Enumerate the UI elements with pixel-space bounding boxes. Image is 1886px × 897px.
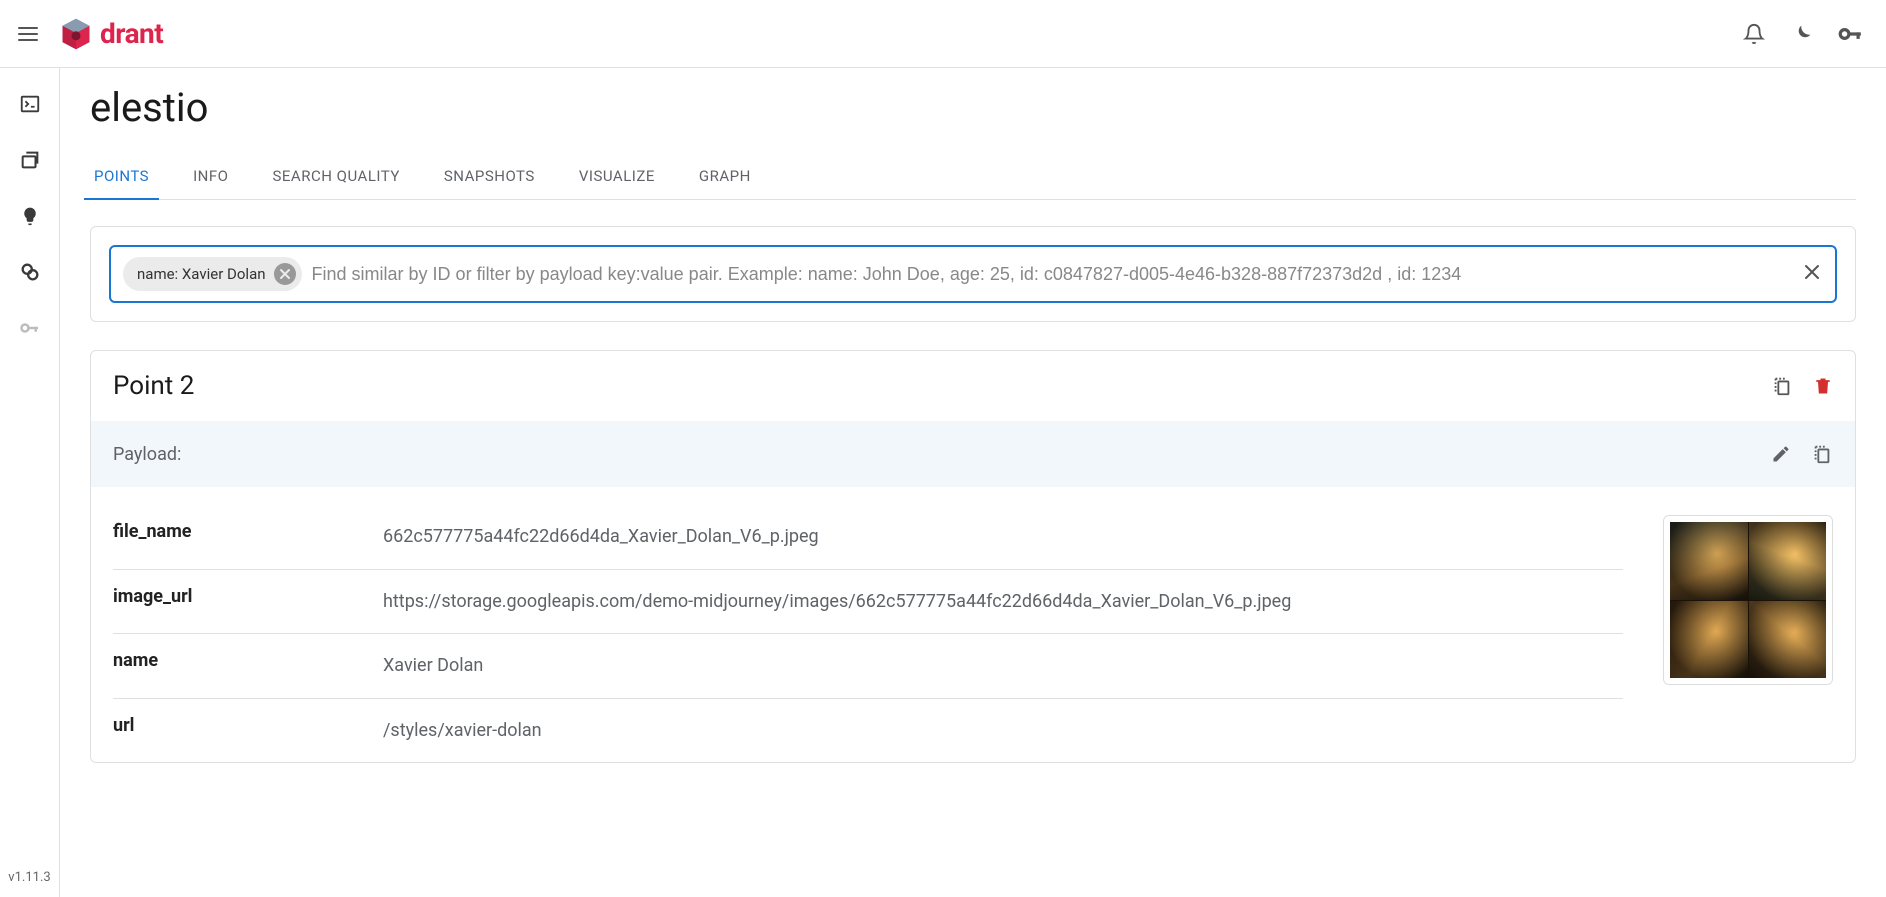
tab-info[interactable]: INFO — [189, 153, 232, 199]
point-header: Point 2 — [91, 351, 1855, 421]
notifications-button[interactable] — [1734, 14, 1774, 54]
payload-value: https://storage.googleapis.com/demo-midj… — [383, 586, 1623, 618]
tab-points[interactable]: POINTS — [90, 153, 153, 199]
search-input[interactable] — [312, 264, 1791, 285]
image-thumbnail[interactable] — [1663, 515, 1833, 685]
console-icon[interactable] — [18, 92, 42, 116]
payload-value: /styles/xavier-dolan — [383, 715, 1623, 747]
payload-row: image_urlhttps://storage.googleapis.com/… — [113, 570, 1623, 635]
chip-remove-icon[interactable] — [274, 263, 296, 285]
delete-point-button[interactable] — [1813, 375, 1833, 397]
search-card: name: Xavier Dolan — [90, 226, 1856, 322]
hint-icon[interactable] — [18, 204, 42, 228]
topbar: drant — [0, 0, 1886, 68]
payload-value: 662c577775a44fc22d66d4da_Xavier_Dolan_V6… — [383, 521, 1623, 553]
logo[interactable]: drant — [58, 16, 163, 52]
filter-chip: name: Xavier Dolan — [123, 257, 302, 291]
payload-row: nameXavier Dolan — [113, 634, 1623, 699]
copy-payload-button[interactable] — [1811, 443, 1833, 465]
logo-text: drant — [100, 17, 163, 50]
payload-value: Xavier Dolan — [383, 650, 1623, 682]
tab-snapshots[interactable]: SNAPSHOTS — [440, 153, 539, 199]
tabs: POINTS INFO SEARCH QUALITY SNAPSHOTS VISUALI… — [90, 153, 1856, 200]
payload-label: Payload: — [113, 444, 181, 465]
filter-chip-label: name: Xavier Dolan — [137, 265, 266, 283]
page-title: elestio — [90, 84, 1856, 131]
payload-key: url — [113, 715, 383, 736]
copy-point-button[interactable] — [1771, 375, 1793, 397]
link-icon[interactable] — [18, 260, 42, 284]
sidebar: v1.11.3 — [0, 68, 60, 897]
tab-graph[interactable]: GRAPH — [695, 153, 755, 199]
payload-row: url/styles/xavier-dolan — [113, 699, 1623, 763]
payload-key: file_name — [113, 521, 383, 542]
keys-icon[interactable] — [18, 316, 42, 340]
payload-key: name — [113, 650, 383, 671]
main-content: elestio POINTS INFO SEARCH QUALITY SNAPSHOT… — [60, 68, 1886, 897]
point-card: Point 2 Payload: — [90, 350, 1856, 763]
payload-row: file_name662c577775a44fc22d66d4da_Xavier… — [113, 505, 1623, 570]
key-button[interactable] — [1830, 14, 1870, 54]
payload-table: file_name662c577775a44fc22d66d4da_Xavier… — [113, 505, 1623, 762]
payload-key: image_url — [113, 586, 383, 607]
menu-button[interactable] — [8, 14, 48, 54]
point-title: Point 2 — [113, 371, 194, 401]
dark-mode-button[interactable] — [1782, 14, 1822, 54]
tab-search-quality[interactable]: SEARCH QUALITY — [269, 153, 404, 199]
collections-icon[interactable] — [18, 148, 42, 172]
edit-payload-button[interactable] — [1771, 444, 1791, 464]
clear-search-icon[interactable] — [1801, 261, 1823, 287]
version-label: v1.11.3 — [8, 870, 50, 885]
tab-visualize[interactable]: VISUALIZE — [575, 153, 659, 199]
logo-cube-icon — [58, 16, 94, 52]
payload-bar: Payload: — [91, 421, 1855, 487]
search-field[interactable]: name: Xavier Dolan — [109, 245, 1837, 303]
